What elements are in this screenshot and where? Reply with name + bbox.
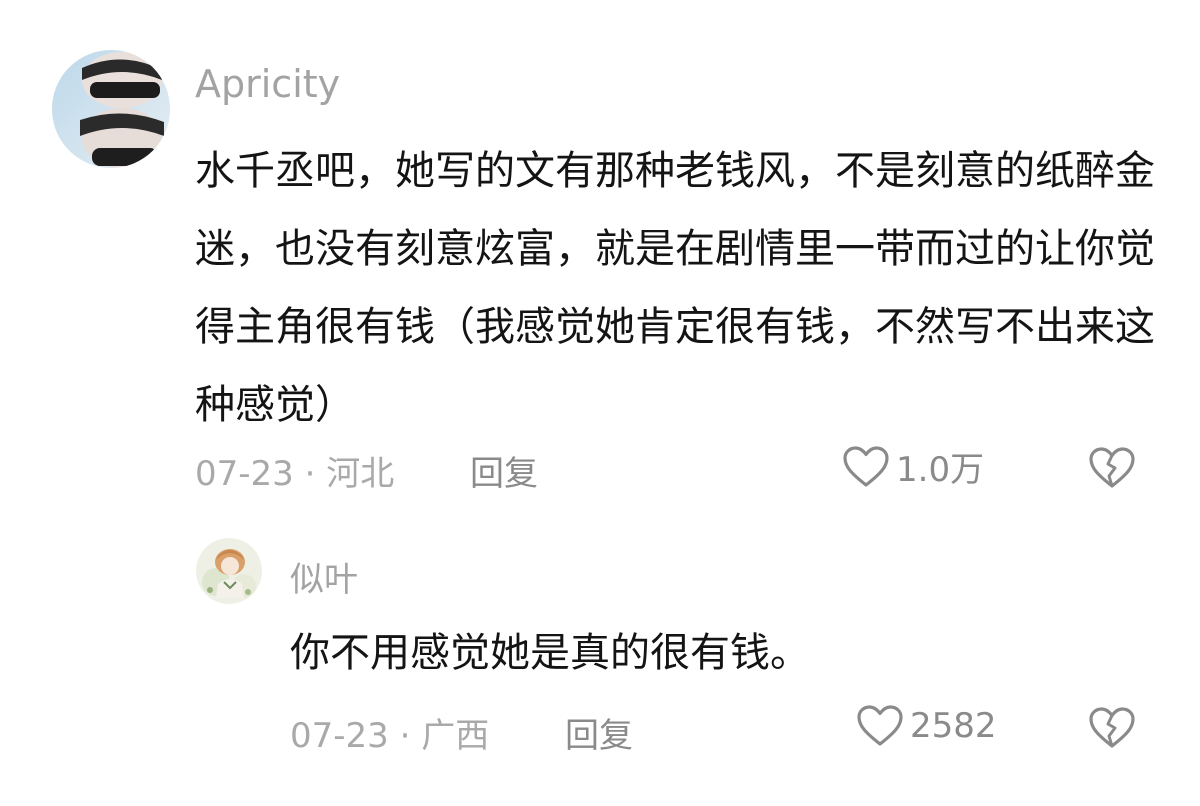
heart-outline-icon [857,705,903,746]
reply-button[interactable]: 回复 [470,446,538,495]
avatar-image [196,538,262,604]
reply-button[interactable]: 回复 [565,708,633,757]
user-avatar[interactable] [52,50,170,168]
comment-date-location: 07-23 · 河北 [195,454,395,494]
like-button[interactable]: 2582 [856,704,997,748]
broken-heart-icon [1089,447,1135,488]
broken-heart-icon [1089,707,1135,748]
reply-username[interactable]: 似叶 [290,552,358,601]
like-button[interactable]: 1.0万 [842,442,984,491]
like-count: 1.0万 [896,450,985,490]
username[interactable]: Apricity [195,62,340,106]
reply-text: 你不用感觉她是真的很有钱。 [290,630,810,676]
comment-text: 水千丞吧，她写的文有那种老钱风，不是刻意的纸醉金迷，也没有刻意炫富，就是在剧情里… [195,148,1155,428]
reply-date-location: 07-23 · 广西 [290,716,490,756]
reply-user-avatar[interactable] [196,538,262,604]
dislike-button[interactable] [1088,706,1136,754]
dislike-button[interactable] [1088,446,1136,494]
like-count: 2582 [910,706,997,746]
heart-outline-icon [843,445,889,487]
avatar-image [52,50,170,168]
